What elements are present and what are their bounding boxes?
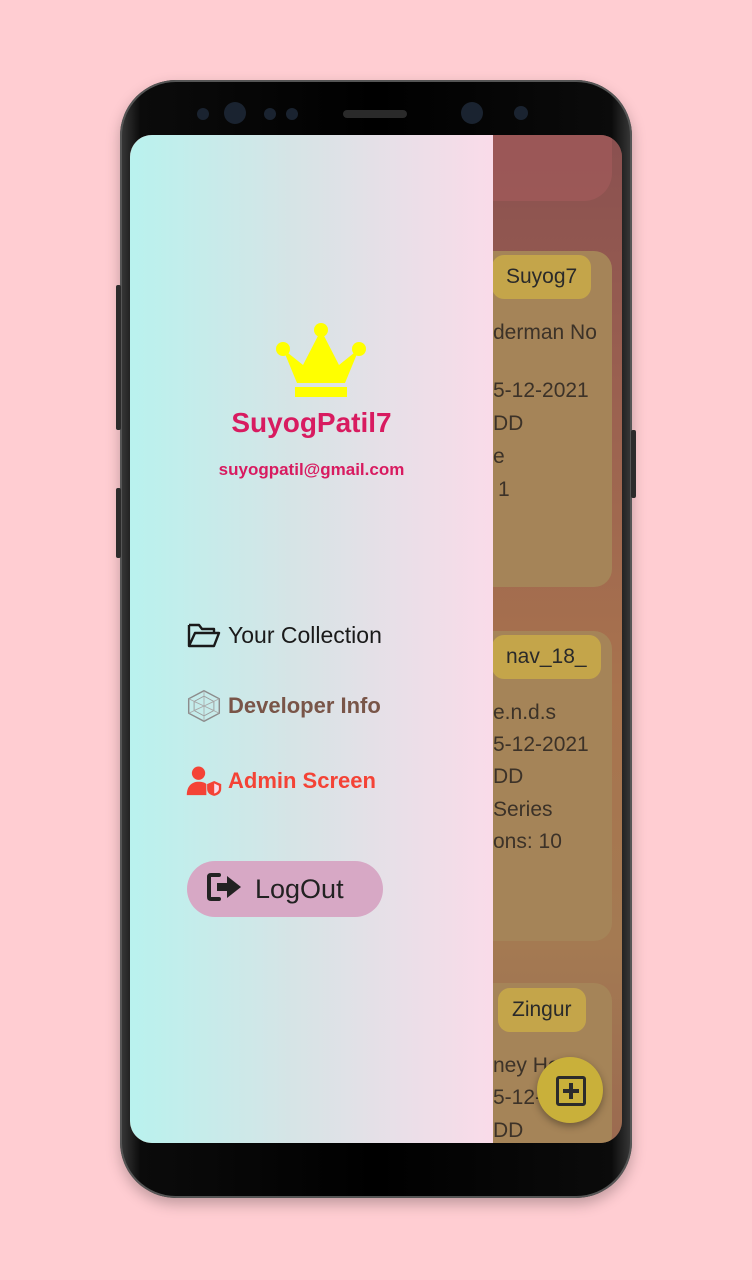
menu-item-label: Your Collection xyxy=(228,621,382,648)
card-text: DD xyxy=(493,1119,524,1142)
sensor-dot xyxy=(197,108,209,120)
front-camera-icon xyxy=(224,102,246,124)
user-name: SuyogPatil7 xyxy=(231,407,392,438)
card-text: 5-12-2021 xyxy=(493,733,589,756)
screen: Suyog7 derman No 5-12-2021 DD e 1 nav_18… xyxy=(130,135,622,1143)
card-username-tag: Suyog7 xyxy=(492,255,592,299)
card-text: e xyxy=(493,445,505,468)
card-text: ons: 10 xyxy=(493,830,562,853)
logout-button[interactable]: LogOut xyxy=(187,861,383,917)
card-text: 1 xyxy=(498,478,510,501)
power-button xyxy=(631,430,636,498)
add-collection-button[interactable] xyxy=(537,1057,603,1123)
logout-label: LogOut xyxy=(255,873,344,904)
proximity-sensor-icon xyxy=(514,106,528,120)
menu-item-your-collection[interactable]: Your Collection xyxy=(186,615,382,655)
menu-item-admin-screen[interactable]: Admin Screen xyxy=(186,761,376,801)
add-box-icon xyxy=(556,1076,586,1106)
card-text: derman No xyxy=(493,321,597,344)
navigation-drawer: SuyogPatil7 suyogpatil@gmail.com Your Co… xyxy=(130,135,493,1143)
iris-camera-icon xyxy=(461,102,483,124)
menu-item-label: Developer Info xyxy=(228,693,381,718)
sensor-dot xyxy=(264,108,276,120)
volume-button xyxy=(116,285,121,430)
admin-shield-icon xyxy=(186,763,222,799)
user-email: suyogpatil@gmail.com xyxy=(218,460,405,479)
folder-open-icon xyxy=(186,617,222,653)
bixby-button xyxy=(116,488,121,558)
menu-item-developer-info[interactable]: Developer Info xyxy=(186,686,381,726)
card-text: DD xyxy=(493,765,524,788)
menu-item-label: Admin Screen xyxy=(228,768,376,793)
card-text: DD xyxy=(493,412,524,435)
card-username-tag: Zingur xyxy=(498,988,586,1032)
earpiece-speaker xyxy=(343,110,407,118)
card-username-tag: nav_18_ xyxy=(492,635,601,679)
crown-icon xyxy=(276,323,366,397)
card-text: e.n.d.s xyxy=(493,701,557,724)
hexagon-network-icon xyxy=(186,688,222,724)
logout-icon xyxy=(207,872,243,907)
card-text: Series xyxy=(493,798,553,821)
sensor-dot xyxy=(286,108,298,120)
card-text: 5-12-2021 xyxy=(493,379,589,402)
